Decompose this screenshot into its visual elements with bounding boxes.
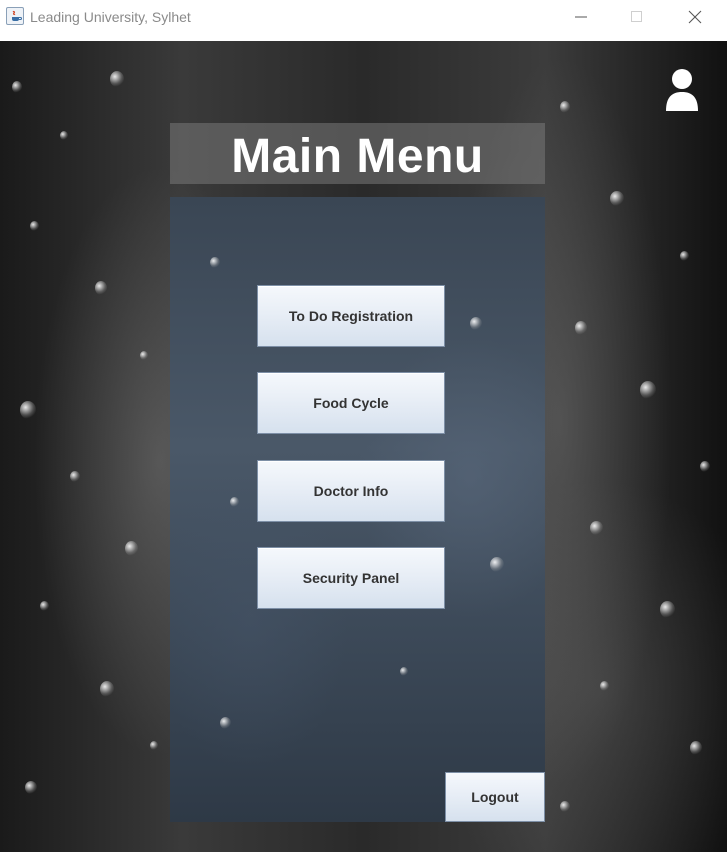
header-panel: Main Menu [170, 123, 545, 184]
maximize-icon [631, 11, 642, 22]
window-title: Leading University, Sylhet [30, 9, 191, 25]
logout-label: Logout [471, 789, 519, 805]
security-panel-label: Security Panel [302, 570, 400, 586]
minimize-icon [575, 16, 587, 18]
user-icon[interactable] [664, 67, 700, 113]
page-title: Main Menu [231, 130, 484, 183]
food-cycle-button[interactable]: Food Cycle [257, 372, 445, 434]
maximize-button[interactable] [614, 0, 660, 34]
food-cycle-label: Food Cycle [313, 395, 389, 411]
title-bar: Leading University, Sylhet [0, 0, 727, 35]
to-do-registration-button[interactable]: To Do Registration [257, 285, 445, 347]
close-button[interactable] [672, 0, 718, 34]
logout-button[interactable]: Logout [445, 772, 545, 822]
minimize-button[interactable] [558, 0, 604, 34]
doctor-info-button[interactable]: Doctor Info [257, 460, 445, 522]
to-do-registration-label: To Do Registration [288, 308, 414, 324]
window-top-border [0, 34, 727, 41]
doctor-info-label: Doctor Info [313, 483, 389, 499]
close-icon [688, 10, 702, 24]
security-panel-button[interactable]: Security Panel [257, 547, 445, 609]
java-app-icon [6, 7, 24, 25]
